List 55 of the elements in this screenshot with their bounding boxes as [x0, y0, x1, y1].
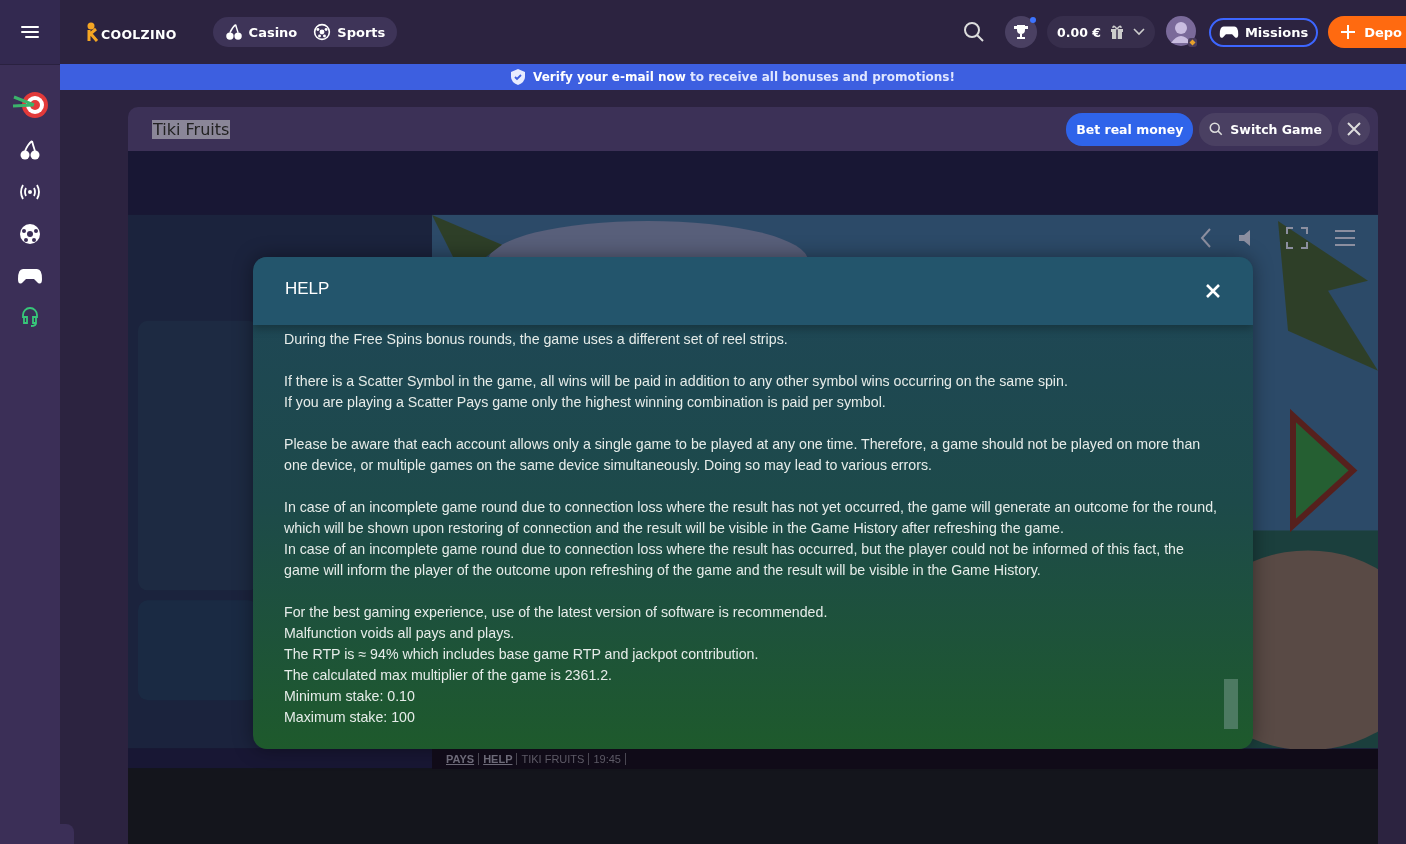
broadcast-icon[interactable]	[19, 183, 41, 201]
fullscreen-icon[interactable]	[1286, 227, 1308, 249]
cherry-icon[interactable]	[19, 139, 41, 161]
help-text-line: one device, or multiple games on the same device simultaneously. Doing so may lead to various errors.	[284, 456, 932, 475]
help-text-line: Malfunction voids all pays and plays.	[284, 624, 515, 643]
nav-tab[interactable]: Casino	[220, 21, 302, 43]
close-button[interactable]	[1338, 113, 1370, 145]
footer-link[interactable]: HELP	[479, 753, 518, 765]
football-icon[interactable]	[19, 223, 41, 245]
headset-icon[interactable]	[21, 307, 39, 327]
trophy-icon	[1013, 24, 1029, 40]
dialog-title: HELP	[285, 279, 330, 299]
help-text-line: If you are playing a Scatter Pays game only the highest winning combination is paid per symbol.	[284, 393, 886, 412]
menu-icon[interactable]	[20, 24, 40, 40]
football-icon	[313, 23, 332, 41]
gift-icon	[1108, 24, 1125, 40]
help-text-line: Minimum stake: 0.10	[284, 687, 415, 706]
gamepad-icon	[1218, 25, 1239, 39]
help-text-line: Please be aware that each account allows only a single game to be played at any one time. Therefore, a game should not be played on more than	[284, 435, 1201, 454]
trophy-button[interactable]	[1005, 16, 1037, 48]
bet-real-money-button[interactable]: Bet real money	[1066, 112, 1194, 146]
cherry-icon	[224, 23, 243, 41]
verify-banner[interactable]: Verify your e-mail now to receive all bonuses and promotions!	[60, 64, 1406, 90]
shield-check-icon	[511, 69, 526, 85]
switch-game-button[interactable]: Switch Game	[1199, 112, 1332, 146]
balance-pill[interactable]: 0.00 €	[1047, 16, 1155, 48]
balance-amount: 0.00 €	[1057, 24, 1101, 40]
missions-button[interactable]: Missions	[1208, 17, 1319, 47]
logo-text[interactable]: COOLZINO	[101, 27, 177, 42]
scrollbar-thumb[interactable]	[1224, 679, 1238, 729]
help-text-line: Maximum stake: 100	[284, 708, 415, 727]
footer-text: TIKI FRUITS	[517, 753, 590, 765]
help-text-line: game will inform the player of the outcome upon refreshing of the game and the result will be visible in the Game History.	[284, 561, 1041, 580]
help-text-line: In case of an incomplete game round due to connection loss where the result has occurred, but the player could not be informed of this fact, the	[284, 540, 1184, 559]
help-text-line: The calculated max multiplier of the game is 2361.2.	[284, 666, 613, 685]
footer-link[interactable]: PAYS	[442, 753, 480, 765]
avatar[interactable]	[1164, 15, 1199, 49]
nav-tab[interactable]: Sports	[309, 21, 390, 43]
search-icon	[1209, 122, 1224, 136]
chevron-down-icon	[1132, 28, 1145, 36]
close-icon[interactable]	[1205, 283, 1221, 299]
gamepad-icon[interactable]	[17, 267, 43, 285]
game-title: Tiki Fruits	[152, 119, 231, 139]
footer-text: 19:45	[589, 753, 626, 765]
search-icon[interactable]	[963, 21, 985, 43]
notification-dot	[1030, 17, 1036, 23]
plus-icon	[1340, 24, 1357, 40]
help-text-line: The RTP is ≈ 94% which includes base game RTP and jackpot contribution.	[284, 645, 759, 664]
help-text-line: During the Free Spins bonus rounds, the game uses a different set of reel strips.	[284, 330, 788, 349]
help-text-line: For the best gaming experience, use of the latest version of software is recommended.	[284, 603, 828, 622]
banner-text: Verify your e-mail now to receive all bonuses and promotions!	[533, 70, 955, 84]
help-text-line: which will be shown upon restoring of connection and the result will be visible in the Game History after refreshing the game.	[284, 519, 1064, 538]
help-text-line: If there is a Scatter Symbol in the game, all wins will be paid in addition to any other symbol wins occurring on the same spin.	[284, 372, 1068, 391]
help-text-line: In case of an incomplete game round due to connection loss where the result has not yet occurred, the game will generate an outcome for the round,	[284, 498, 1217, 517]
close-icon	[1347, 122, 1361, 136]
